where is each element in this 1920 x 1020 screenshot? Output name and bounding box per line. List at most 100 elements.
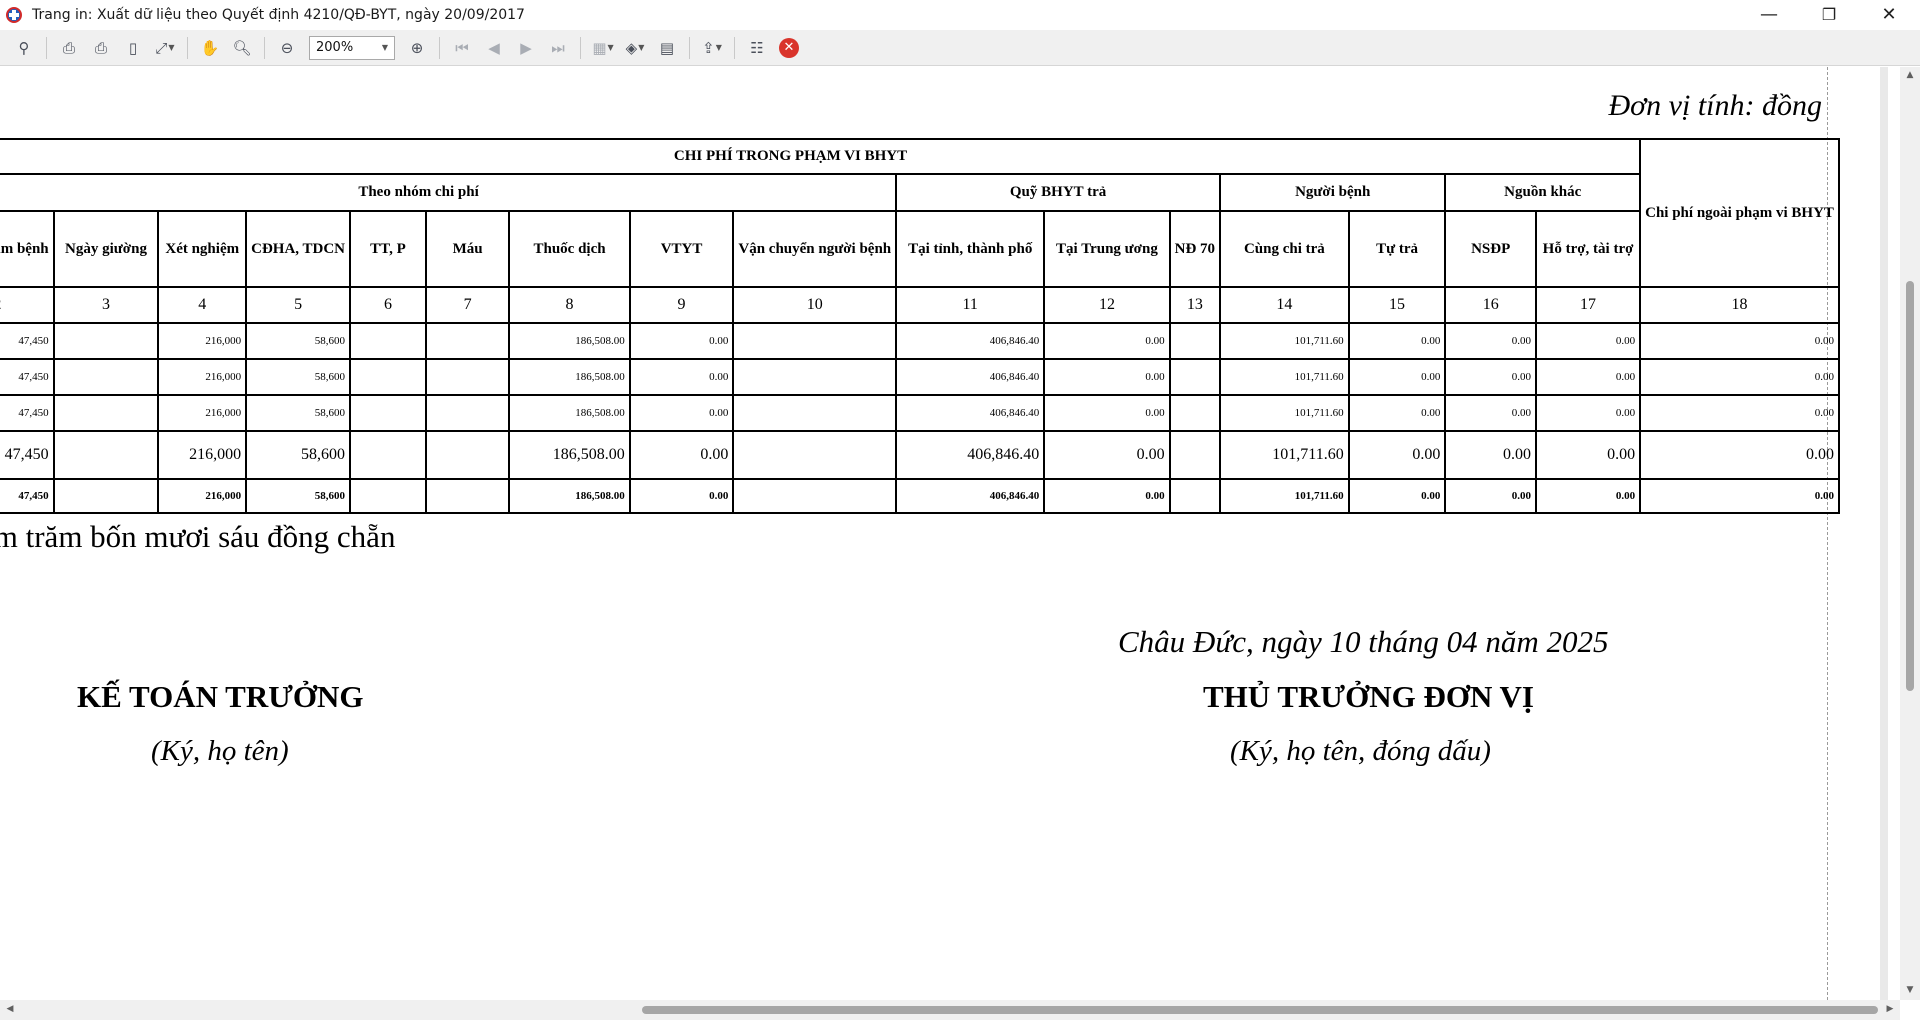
index-cell: 8	[508, 286, 631, 324]
header-group-fund: Quỹ BHYT trả	[895, 173, 1222, 212]
table-cell: 406,846.40	[895, 394, 1046, 432]
horizontal-scroll-thumb[interactable]	[642, 1006, 1878, 1014]
toolbar-separator	[264, 36, 265, 59]
header-col: Tại tỉnh, thành phố	[895, 210, 1046, 288]
scale-button[interactable]: ⤢ ▼	[152, 35, 178, 61]
hand-tool-button[interactable]: ✋	[197, 35, 223, 61]
table-cell: 216,000	[157, 430, 248, 480]
table-cell: 216,000	[157, 394, 248, 432]
first-page-button[interactable]: ⏮	[449, 35, 475, 61]
magnifier-button[interactable]: 🔍︎	[229, 35, 255, 61]
vertical-scroll-thumb[interactable]	[1906, 281, 1914, 691]
header-col: VTYT	[628, 210, 735, 288]
watermark-button[interactable]: ▤	[654, 35, 680, 61]
scroll-down-icon[interactable]: ▼	[1900, 985, 1920, 995]
scroll-left-icon[interactable]: ◀	[0, 1004, 20, 1014]
zoom-out-button[interactable]: ⊖	[274, 35, 300, 61]
header-col: Hỗ trợ, tài trợ	[1534, 210, 1642, 288]
table-cell: 47,450	[0, 322, 55, 360]
table-cell: 0.00	[628, 322, 735, 360]
table-cell: 101,711.60	[1219, 322, 1350, 360]
toolbar-separator	[439, 36, 440, 59]
chief-accountant-title: KẾ TOÁN TRƯỞNG	[77, 679, 364, 714]
table-cell	[349, 394, 427, 432]
table-cell: 0.00	[1639, 478, 1840, 514]
table-cell: 58,600	[245, 478, 352, 514]
index-cell: 4	[157, 286, 248, 324]
scroll-right-icon[interactable]: ▶	[1880, 1004, 1900, 1014]
header-group-other: Nguồn khác	[1444, 173, 1642, 212]
export-button[interactable]: ⇪ ▼	[699, 35, 725, 61]
header-col: Máu	[424, 210, 511, 288]
minimize-button[interactable]: —	[1740, 0, 1798, 29]
total-row: 47,450 216,000 58,600 186,508.00 0.00 406,846…	[0, 478, 1840, 514]
index-row: 2 3 4 5 6 7 8 9 10 11 12 13 14 15 16 17 …	[0, 286, 1840, 324]
table-cell: 0.00	[1043, 430, 1171, 480]
hand-icon: ✋	[200, 38, 220, 57]
color-icon: ◈	[625, 38, 638, 57]
window-title: Trang in: Xuất dữ liệu theo Quyết định 4…	[32, 6, 525, 23]
previous-page-button[interactable]: ◀	[481, 35, 507, 61]
zoom-select[interactable]: 200% ▼	[309, 35, 395, 60]
table-cell: 0.00	[1534, 394, 1642, 432]
index-cell: 9	[628, 286, 735, 324]
subtotal-row: 47,450 216,000 58,600 186,508.00 0.00 406,846…	[0, 430, 1840, 480]
zoom-out-icon: ⊖	[280, 38, 294, 57]
last-page-button[interactable]: ⏭	[545, 35, 571, 61]
zoom-in-icon: ⊕	[410, 38, 424, 57]
amount-in-words: ám trăm bốn mươi sáu đồng chẵn	[0, 519, 396, 554]
search-button[interactable]: ⚲	[11, 35, 37, 61]
scroll-up-icon[interactable]: ▲	[1900, 70, 1920, 80]
page-setup-button[interactable]: ▯	[120, 35, 146, 61]
close-preview-button[interactable]: ✕	[776, 35, 802, 61]
multiple-pages-button[interactable]: ▦ ▼	[590, 35, 616, 61]
table-cell: 0.00	[1043, 358, 1171, 396]
document-viewport[interactable]: Đơn vị tính: đồng CHI PHÍ TRONG PHẠM VI …	[0, 67, 1900, 1000]
table-cell	[349, 358, 427, 396]
next-page-button[interactable]: ▶	[513, 35, 539, 61]
quick-print-button[interactable]: ⎙	[88, 35, 114, 61]
chief-accountant-note: (Ký, họ tên)	[151, 735, 289, 767]
print-icon: ⎙	[62, 38, 75, 57]
table-cell: 47,450	[0, 478, 55, 514]
close-window-button[interactable]: ✕	[1860, 0, 1918, 29]
header-col: NSĐP	[1444, 210, 1537, 288]
page-margin	[1880, 67, 1888, 1000]
table-cell: 0.00	[1347, 322, 1447, 360]
unit-label: Đơn vị tính: đồng	[1608, 89, 1823, 122]
horizontal-scrollbar[interactable]: ◀ ▶	[0, 1000, 1900, 1020]
table-cell: 58,600	[245, 322, 352, 360]
table-cell	[52, 430, 160, 480]
toolbar-separator	[580, 36, 581, 59]
parameters-icon: ☷	[750, 38, 764, 57]
index-cell: 2	[0, 286, 55, 324]
zoom-in-button[interactable]: ⊕	[404, 35, 430, 61]
chevron-down-icon: ▼	[607, 43, 614, 52]
table-cell: 0.00	[1444, 322, 1537, 360]
header-row-main: CHI PHÍ TRONG PHẠM VI BHYT Chi phí ngoài…	[0, 138, 1840, 288]
parameters-button[interactable]: ☷	[744, 35, 770, 61]
table-cell: 0.00	[1043, 478, 1171, 514]
table-cell: 58,600	[245, 358, 352, 396]
restore-button[interactable]: ❐	[1800, 0, 1858, 29]
index-cell: 3	[52, 286, 160, 324]
table-cell: 216,000	[157, 322, 248, 360]
print-button[interactable]: ⎙	[56, 35, 82, 61]
table-cell: 0.00	[1444, 478, 1537, 514]
head-of-unit-note: (Ký, họ tên, đóng dấu)	[1230, 735, 1491, 767]
table-cell: 0.00	[628, 478, 735, 514]
multiple-pages-icon: ▦	[592, 38, 607, 57]
header-col: Tại Trung ương	[1043, 210, 1171, 288]
chevron-down-icon: ▼	[168, 43, 175, 52]
header-group-cost: Theo nhóm chi phí	[0, 173, 898, 212]
export-icon: ⇪	[702, 38, 715, 57]
index-cell: 13	[1168, 286, 1222, 324]
vertical-scrollbar[interactable]: ▲ ▼	[1900, 67, 1920, 1000]
table-row: 47,450 216,000 58,600 186,508.00 0.00 406,846…	[0, 394, 1840, 432]
table-cell	[52, 358, 160, 396]
table-cell: 0.00	[1347, 358, 1447, 396]
color-button[interactable]: ◈ ▼	[622, 35, 648, 61]
table-cell	[1168, 358, 1222, 396]
table-cell: 216,000	[157, 478, 248, 514]
app-icon	[6, 6, 22, 23]
